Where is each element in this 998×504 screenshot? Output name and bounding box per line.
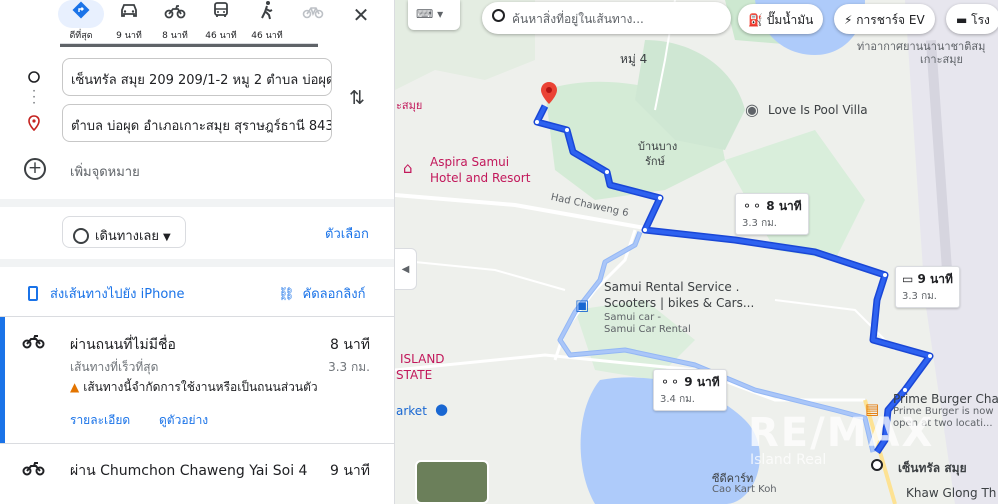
map-label: Hotel and Resort	[430, 171, 531, 185]
mode-label: ดีที่สุด	[69, 31, 93, 41]
hotel-marker-icon[interactable]: ⌂	[403, 159, 413, 177]
keyboard-icon: ⌨ ▾	[416, 7, 444, 21]
mode-time: 8 นาที	[162, 31, 188, 41]
route-preview-link[interactable]: ดูตัวอย่าง	[159, 411, 208, 430]
bus-icon	[198, 0, 244, 28]
watermark: RE/MAX	[748, 410, 935, 456]
travel-mode-bar: ดีที่สุด 9 นาที 8 นาที 46 นาที 46 นาที ✕	[0, 0, 394, 47]
gas-station-icon: ⛽	[748, 13, 767, 27]
clock-icon	[73, 228, 89, 244]
mode-car[interactable]: 9 นาที	[106, 0, 152, 46]
walk-icon	[244, 0, 290, 28]
map-label: Khaw Glong Th	[906, 486, 997, 500]
motorcycle-icon	[152, 0, 198, 28]
map-label: เกาะสมุย	[920, 53, 963, 66]
route-title: ผ่าน Chumchon Chaweng Yai Soi 4	[70, 463, 308, 479]
route-duration-callout[interactable]: ▭ 9 นาที 3.3 กม.	[895, 266, 960, 308]
destination-pin-icon	[27, 115, 41, 135]
route-subtitle: เส้นทางที่เร็วที่สุด	[70, 360, 159, 374]
route-title: ผ่านถนนที่ไม่มีชื่อ	[70, 337, 176, 353]
route-option-2[interactable]: ผ่าน Chumchon Chaweng Yai Soi 4 9 นาที	[0, 444, 394, 504]
directions-icon	[58, 0, 104, 28]
link-icon: ⛓	[278, 287, 295, 302]
mode-transit[interactable]: 46 นาที	[198, 0, 244, 46]
map-label: Love Is Pool Villa	[768, 103, 868, 117]
send-to-phone-link[interactable]: ส่งเส้นทางไปยัง iPhone	[28, 283, 185, 304]
map-label: Aspira Samui	[430, 155, 510, 169]
route-dots-icon: · · ·	[32, 84, 36, 110]
layers-thumbnail[interactable]	[415, 460, 489, 504]
motorcycle-icon: ⚬⚬	[742, 199, 767, 213]
mode-time: 9 นาที	[116, 31, 142, 41]
motorcycle-icon: ⚬⚬	[660, 375, 685, 389]
swap-icon[interactable]: ⇅	[349, 87, 365, 109]
map-search-input[interactable]: ค้นหาสิ่งที่อยู่ในเส้นทาง...	[482, 2, 731, 34]
route-duration-callout[interactable]: ⚬⚬ 9 นาที 3.4 กม.	[653, 369, 727, 411]
map-label: Cao Kart Koh	[712, 484, 777, 495]
mode-time: 46 นาที	[251, 31, 283, 41]
map-label: Scooters | bikes & Cars...	[604, 296, 755, 310]
section-divider	[0, 259, 394, 267]
map-label: Samui Car Rental	[604, 324, 691, 335]
chip-gas-station[interactable]: ⛽ ปั๊มน้ำมัน	[738, 4, 824, 34]
store-marker-icon[interactable]: ●	[435, 400, 448, 418]
search-icon	[492, 9, 505, 22]
leave-now-dropdown[interactable]: เดินทางเลย ▼	[62, 216, 186, 248]
car-rental-marker-icon[interactable]: ▣	[575, 296, 589, 314]
close-icon[interactable]: ✕	[348, 2, 374, 28]
route-time: 8 นาที	[329, 337, 370, 353]
map-label: หมู่ 4	[620, 52, 648, 66]
route-distance: 3.3 กม.	[328, 360, 370, 374]
chevron-left-icon: ◀	[401, 264, 410, 275]
phone-icon	[28, 286, 38, 301]
map-label: STATE	[396, 368, 433, 382]
map-label: arket	[396, 404, 427, 418]
car-icon: ▭	[902, 272, 918, 286]
mode-best[interactable]: ดีที่สุด	[58, 0, 104, 46]
destination-input[interactable]: ตำบล บ่อผุด อำเภอเกาะสมุย สุราษฎร์ธานี 8…	[62, 104, 332, 142]
map-label: ะสมุย	[396, 99, 423, 112]
add-destination-icon[interactable]: +	[24, 158, 46, 180]
bed-icon: ▬	[956, 13, 972, 27]
leave-now-label: เดินทางเลย	[95, 229, 160, 244]
keyboard-toggle-button[interactable]: ⌨ ▾	[408, 0, 460, 30]
route-duration-callout[interactable]: ⚬⚬ 8 นาที 3.3 กม.	[735, 193, 809, 235]
copy-link-button[interactable]: ⛓ คัดลอกลิงก์	[278, 283, 365, 304]
section-divider	[0, 199, 394, 207]
bicycle-icon	[290, 0, 336, 28]
origin-input[interactable]: เซ็นทรัล สมุย 209 209/1-2 หมู 2 ตำบล บ่อ…	[62, 58, 332, 96]
mode-motorcycle[interactable]: 8 นาที	[152, 0, 198, 46]
chip-hotels[interactable]: ▬ โรง	[946, 4, 998, 34]
map-label: Samui Rental Service .	[604, 280, 740, 294]
ev-charging-icon: ⚡	[844, 13, 857, 27]
warning-icon: ▲	[70, 380, 80, 394]
options-link[interactable]: ตัวเลือก	[325, 223, 369, 244]
route-details-link[interactable]: รายละเอียด	[70, 411, 130, 430]
mode-walk[interactable]: 46 นาที	[244, 0, 290, 46]
mode-indicator	[60, 43, 318, 47]
directions-panel: ดีที่สุด 9 นาที 8 นาที 46 นาที 46 นาที ✕…	[0, 0, 395, 504]
route-warning: ▲ เส้นทางนี้จำกัดการใช้งานหรือเป็นถนนส่วน…	[70, 380, 318, 394]
map-label: รักษ์	[645, 155, 665, 168]
collapse-panel-button[interactable]: ◀	[395, 248, 417, 290]
watermark-sub: Island Real	[750, 452, 827, 468]
dropdown-arrow-icon: ▼	[163, 232, 171, 243]
car-icon	[106, 0, 152, 28]
map-label: ISLAND	[400, 352, 445, 366]
motorcycle-icon	[22, 460, 46, 481]
route-time: 9 นาที	[329, 463, 370, 479]
route-option-1[interactable]: ผ่านถนนที่ไม่มีชื่อ 8 นาที เส้นทางที่เร็…	[0, 317, 394, 443]
add-destination-link[interactable]: เพิ่มจุดหมาย	[70, 161, 140, 182]
map-label: Prime Burger Cha	[893, 392, 998, 406]
love-is-pool-marker-icon[interactable]: ◉	[745, 100, 759, 119]
motorcycle-icon	[22, 333, 46, 354]
mode-bike[interactable]	[290, 0, 336, 46]
chip-ev-charging[interactable]: ⚡ การชาร์จ EV	[834, 4, 935, 34]
mode-time: 46 นาที	[205, 31, 237, 41]
map-label: เซ็นทรัล สมุย	[898, 461, 967, 475]
map-label: Samui car -	[604, 312, 662, 323]
